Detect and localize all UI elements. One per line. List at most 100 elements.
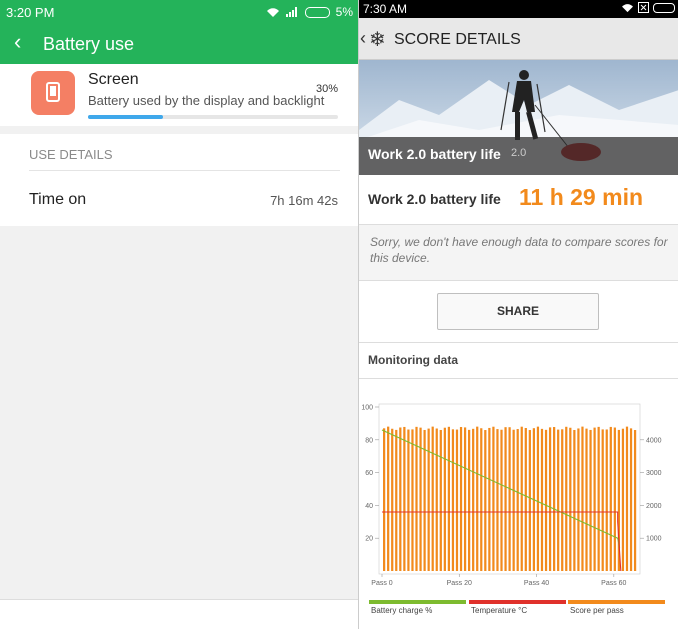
back-arrow-icon[interactable]: ‹ xyxy=(14,30,21,54)
score-pass-bar xyxy=(516,429,519,571)
score-pass-bar xyxy=(476,426,479,571)
score-pass-bar xyxy=(553,427,556,571)
score-pass-bar xyxy=(411,429,414,571)
score-row: Work 2.0 battery life 11 h 29 min xyxy=(359,175,678,225)
score-pass-bar xyxy=(484,430,487,571)
page-title: SCORE DETAILS xyxy=(394,31,521,48)
score-pass-bar xyxy=(544,429,548,571)
legend-label: Battery charge % xyxy=(371,606,432,615)
score-pass-bar xyxy=(593,427,596,571)
score-pass-bar xyxy=(585,428,588,571)
score-pass-bar xyxy=(415,426,418,571)
right-axis-tick-label: 3000 xyxy=(646,470,662,477)
legend-label: Score per pass xyxy=(570,606,624,615)
back-chevron-icon[interactable]: ‹ xyxy=(360,28,366,49)
legend-swatch xyxy=(568,600,665,604)
score-pass-bar xyxy=(480,428,483,571)
score-details-panel: 7:30 AM ‹ ❄ SCORE DETAILS Work 2.0 batte… xyxy=(358,0,678,629)
score-pass-bar xyxy=(597,426,600,571)
score-label: Work 2.0 battery life xyxy=(368,191,501,207)
score-pass-bar xyxy=(492,426,495,571)
score-pass-bar xyxy=(427,428,430,571)
right-axis-tick-label: 2000 xyxy=(646,503,662,510)
x-axis-tick-label: Pass 20 xyxy=(447,580,472,587)
score-pass-bar xyxy=(383,428,386,571)
score-pass-bar xyxy=(528,430,531,571)
x-axis-tick-label: Pass 60 xyxy=(601,580,626,587)
battery-icon xyxy=(653,2,675,13)
share-section: SHARE xyxy=(359,281,678,343)
signal-icon xyxy=(285,7,297,17)
score-pass-bar xyxy=(451,429,455,571)
status-battery-percent: 5% xyxy=(335,5,353,19)
monitoring-chart: 20 40 60 80 100 1000 2000 3000 4000 Pass 0 Pass 20… xyxy=(359,380,678,629)
score-pass-bar xyxy=(399,427,402,571)
score-pass-bar xyxy=(496,429,499,571)
hero-version-badge: 2.0 xyxy=(511,147,527,159)
toolbar: ‹ ❄ SCORE DETAILS xyxy=(359,18,678,60)
score-pass-bar xyxy=(439,429,442,571)
snowflake-icon: ❄ xyxy=(369,29,386,51)
battery-item-screen[interactable]: Screen 30% Battery used by the display a… xyxy=(0,64,358,126)
status-time: 3:20 PM xyxy=(6,5,55,20)
hero-caption: Work 2.0 battery life 2.0 xyxy=(359,137,678,175)
score-pass-bar xyxy=(565,426,568,571)
score-pass-bar xyxy=(407,429,410,571)
score-pass-bar xyxy=(419,427,422,571)
score-pass-bar xyxy=(435,428,438,571)
app-header: 3:20 PM 5% ‹ Battery use xyxy=(0,0,358,64)
score-pass-bar xyxy=(459,427,463,571)
time-on-label: Time on xyxy=(29,191,87,208)
left-axis-tick-label: 20 xyxy=(365,536,373,543)
item-name: Screen xyxy=(88,71,139,88)
score-pass-bar xyxy=(500,429,503,571)
status-bar: 3:20 PM 5% xyxy=(0,0,358,24)
score-pass-bar xyxy=(569,427,572,571)
battery-use-panel: 3:20 PM 5% ‹ Battery use Screen 30% Batt… xyxy=(0,0,358,629)
wifi-icon xyxy=(622,3,633,12)
score-pass-bar xyxy=(447,426,450,571)
score-pass-bar xyxy=(520,426,523,571)
toolbar: ‹ Battery use xyxy=(0,24,358,64)
right-axis-tick-label: 1000 xyxy=(646,536,662,543)
right-axis-tick-label: 4000 xyxy=(646,437,662,444)
comparison-note: Sorry, we don't have enough data to comp… xyxy=(359,225,678,281)
score-pass-bar xyxy=(431,426,434,571)
score-pass-bar xyxy=(589,429,592,571)
score-pass-bar xyxy=(601,429,604,571)
score-pass-bar xyxy=(504,427,507,571)
score-pass-bar xyxy=(605,429,608,571)
section-header: USE DETAILS xyxy=(29,147,113,162)
score-pass-bar xyxy=(536,426,540,571)
score-pass-bar xyxy=(403,426,406,571)
score-pass-bar xyxy=(524,428,527,571)
score-pass-bar xyxy=(391,428,394,571)
left-axis-tick-label: 40 xyxy=(365,503,373,510)
score-pass-bar xyxy=(508,427,511,571)
divider xyxy=(29,170,340,171)
score-pass-bar xyxy=(472,428,475,571)
left-axis-tick-label: 100 xyxy=(361,405,373,412)
monitoring-label: Monitoring data xyxy=(368,353,458,367)
status-time: 7:30 AM xyxy=(363,2,408,16)
score-pass-bar xyxy=(577,428,580,571)
score-pass-bar xyxy=(561,429,564,571)
score-pass-bar xyxy=(455,429,459,571)
x-axis-tick-label: Pass 0 xyxy=(371,580,393,587)
page-title: Battery use xyxy=(43,34,135,54)
battery-icon xyxy=(304,6,330,18)
status-bar: 7:30 AM xyxy=(359,0,678,18)
item-description: Battery used by the display and backligh… xyxy=(88,93,325,108)
monitoring-chart-svg: 20 40 60 80 100 1000 2000 3000 4000 Pass 0 Pass 20… xyxy=(361,403,665,615)
score-pass-bar xyxy=(629,428,633,571)
legend-swatch xyxy=(369,600,466,604)
legend-label: Temperature °C xyxy=(471,606,527,615)
usage-progress-bar xyxy=(88,115,338,119)
hero-caption-label: Work 2.0 battery life xyxy=(368,146,501,162)
screen-icon xyxy=(31,71,75,115)
share-button[interactable]: SHARE xyxy=(437,293,599,330)
no-sim-icon xyxy=(638,2,649,13)
score-pass-bar xyxy=(613,427,616,571)
x-axis-tick-label: Pass 40 xyxy=(524,580,549,587)
use-details-section: USE DETAILS Time on 7h 16m 42s xyxy=(0,134,358,226)
